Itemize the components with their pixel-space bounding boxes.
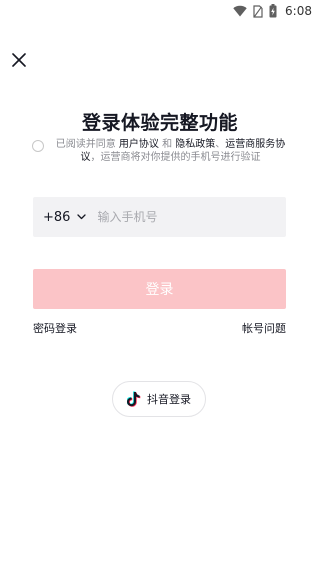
agreement-and: 和 [162,139,173,150]
phone-number-input[interactable] [95,196,270,238]
douyin-login-label: 抖音登录 [147,393,191,406]
user-agreement-link[interactable]: 用户协议 [119,139,159,150]
agreement-separator: 、 [215,139,226,150]
agreement-checkbox[interactable] [32,140,44,152]
login-button[interactable]: 登录 [33,269,286,309]
close-icon [12,53,26,67]
privacy-policy-link[interactable]: 隐私政策 [175,139,215,150]
wifi-icon [233,5,247,17]
account-issue-link[interactable]: 帐号问题 [242,320,286,336]
agreement-text: 已阅读并同意 用户协议 和 隐私政策、运营商服务协议，运营商将对你提供的手机号进… [49,138,292,164]
country-code-selector[interactable]: +86 [33,197,87,237]
status-bar: 6:08 [0,0,320,22]
phone-input-box: +86 [33,196,286,238]
agreement-suffix: ，运营商将对你提供的手机号进行验证 [90,152,261,163]
close-button[interactable] [9,50,29,70]
chevron-down-icon [77,214,87,220]
douyin-logo-icon [127,391,141,407]
status-time: 6:08 [285,4,312,18]
agreement-prefix: 已阅读并同意 [55,139,116,150]
battery-charging-icon [269,4,277,18]
page-title: 登录体验完整功能 [81,112,238,134]
country-code: +86 [43,209,71,225]
password-login-link[interactable]: 密码登录 [33,320,77,336]
secondary-links: 密码登录 帐号问题 [33,320,286,336]
agreement-row: 已阅读并同意 用户协议 和 隐私政策、运营商服务协议，运营商将对你提供的手机号进… [32,138,292,164]
douyin-login-button[interactable]: 抖音登录 [112,381,206,417]
sim-card-icon [253,4,263,18]
